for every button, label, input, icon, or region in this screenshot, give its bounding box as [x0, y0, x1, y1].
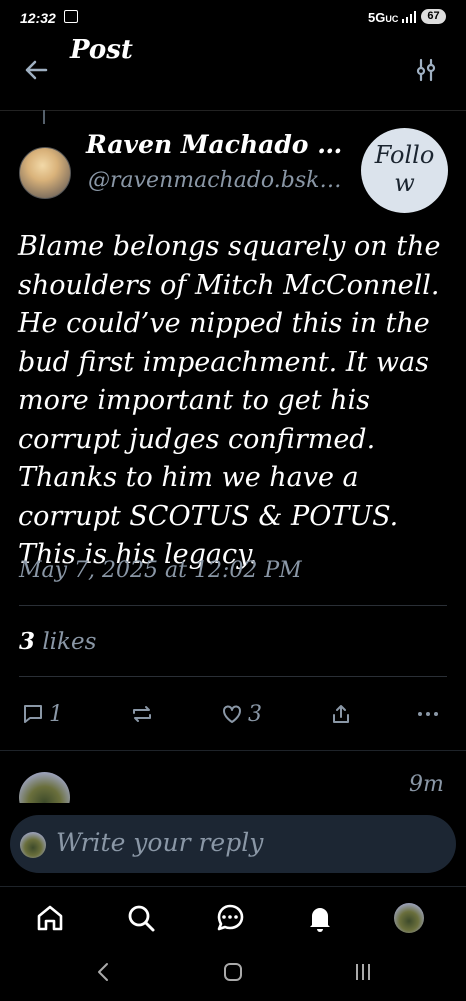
divider — [19, 676, 447, 677]
battery-indicator: 67 — [421, 9, 446, 24]
like-button[interactable]: 3 — [220, 700, 262, 728]
post-text: Blame belongs squarely on the shoulders … — [18, 231, 441, 570]
system-back-icon[interactable] — [88, 959, 118, 985]
more-dots-icon — [418, 712, 438, 716]
reply-button[interactable]: 1 — [21, 700, 63, 728]
home-icon[interactable] — [33, 901, 67, 935]
arrow-left-icon[interactable] — [22, 56, 50, 84]
divider — [0, 750, 466, 751]
share-button[interactable] — [329, 700, 353, 728]
page-title: Post — [70, 35, 133, 65]
author-handle[interactable]: @ravenmachado.bsky.social — [88, 168, 350, 193]
sliders-icon[interactable] — [412, 56, 440, 84]
bottom-nav — [0, 886, 466, 1001]
reply-count: 1 — [49, 701, 63, 727]
signal-icon — [402, 11, 416, 23]
follow-label-line2: w — [394, 169, 415, 197]
share-icon — [333, 705, 349, 723]
status-time: 12:32 — [20, 10, 56, 26]
notifications-icon[interactable] — [303, 901, 337, 935]
search-icon[interactable] — [124, 901, 158, 935]
repost-button[interactable] — [130, 700, 154, 728]
follow-button[interactable]: Follo w — [361, 128, 448, 213]
post-timestamp: May 7, 2025 at 12:02 PM — [19, 558, 302, 583]
author-name[interactable]: Raven Machado … — [86, 130, 342, 159]
heart-icon — [223, 705, 241, 723]
chat-icon[interactable] — [213, 901, 247, 935]
likes-count: 3 — [19, 628, 36, 655]
reply-time: 9m — [409, 772, 444, 797]
likes-label: likes — [42, 629, 97, 655]
status-bar: 12:32 5GUC 67 — [0, 0, 466, 34]
like-count: 3 — [248, 701, 262, 727]
author-avatar[interactable] — [19, 147, 71, 199]
follow-label-line1: Follo — [374, 141, 435, 169]
screenshot-icon — [64, 10, 78, 23]
profile-avatar[interactable] — [394, 903, 424, 933]
reply-input-placeholder[interactable]: Write your reply — [56, 828, 263, 857]
thread-line — [43, 110, 45, 124]
system-home-icon[interactable] — [218, 959, 248, 985]
divider — [19, 605, 447, 606]
reply-icon — [24, 705, 42, 723]
composer-avatar — [20, 832, 46, 858]
likes-summary[interactable]: 3 likes — [19, 628, 96, 655]
repost-icon — [133, 706, 151, 722]
top-bar: Post — [0, 34, 466, 111]
system-recents-icon[interactable] — [348, 959, 378, 985]
network-indicator: 5GUC — [368, 10, 399, 25]
more-options-button[interactable] — [416, 700, 440, 728]
